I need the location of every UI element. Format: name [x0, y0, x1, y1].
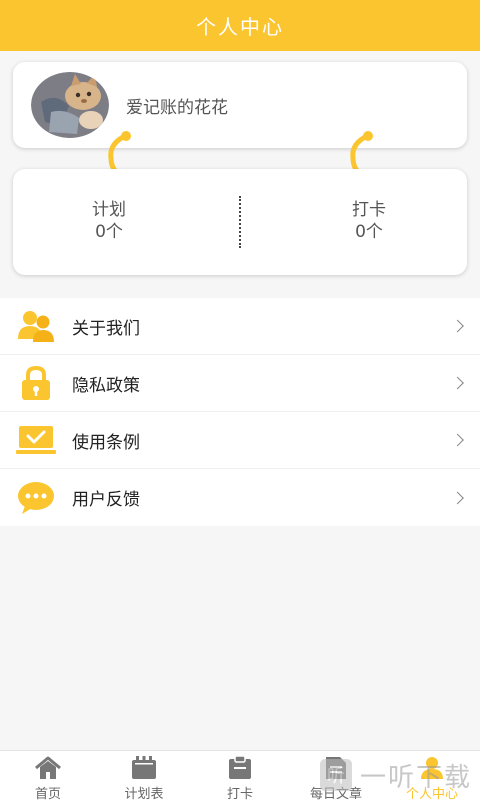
menu-item-privacy-policy[interactable]: 隐私政策 [0, 355, 480, 412]
menu-item-feedback[interactable]: 用户反馈 [0, 469, 480, 526]
chat-bubble-icon [16, 478, 56, 518]
home-icon [34, 756, 62, 780]
username: 爱记账的花花 [126, 97, 228, 118]
tab-label: 打卡 [226, 787, 253, 800]
watermark-text: 一听下载 [360, 762, 473, 793]
checkin-count: 0个 [355, 222, 383, 242]
calendar-icon [130, 756, 158, 780]
stats-divider [239, 196, 241, 248]
menu-label: 关于我们 [72, 318, 140, 339]
clipboard-icon [226, 756, 254, 780]
laptop-check-icon [16, 420, 56, 460]
tab-label: 首页 [34, 787, 61, 800]
chevron-right-icon [451, 376, 464, 390]
tab-plan[interactable]: 计划表 [96, 751, 192, 800]
settings-menu: 关于我们 隐私政策 使用条例 用户反馈 [0, 298, 480, 526]
stats-card: 计划 0个 打卡 0个 [13, 169, 467, 275]
profile-card[interactable]: 爱记账的花花 [13, 62, 467, 148]
tab-home[interactable]: 首页 [0, 751, 96, 800]
chevron-right-icon [451, 433, 464, 447]
checkin-stat[interactable]: 打卡 0个 [309, 199, 429, 243]
cat-avatar-icon[interactable] [31, 72, 109, 138]
users-icon [16, 306, 56, 346]
plan-stat[interactable]: 计划 0个 [49, 199, 169, 243]
tab-checkin[interactable]: 打卡 [192, 751, 288, 800]
menu-item-about-us[interactable]: 关于我们 [0, 298, 480, 355]
lock-icon [16, 363, 56, 403]
tab-label: 计划表 [124, 787, 164, 800]
plan-label: 计划 [92, 200, 126, 220]
watermark-logo-icon: 听 [320, 759, 352, 791]
checkin-label: 打卡 [352, 200, 386, 220]
page-title: 个人中心 [196, 15, 284, 39]
menu-label: 隐私政策 [72, 375, 140, 396]
watermark: 听 一听下载 [320, 755, 472, 795]
menu-item-terms-of-use[interactable]: 使用条例 [0, 412, 480, 469]
chevron-right-icon [451, 319, 464, 333]
header-bar: 个人中心 [0, 0, 480, 51]
plan-count: 0个 [95, 222, 123, 242]
chevron-right-icon [451, 491, 464, 504]
menu-label: 用户反馈 [72, 490, 140, 510]
menu-label: 使用条例 [72, 432, 140, 453]
